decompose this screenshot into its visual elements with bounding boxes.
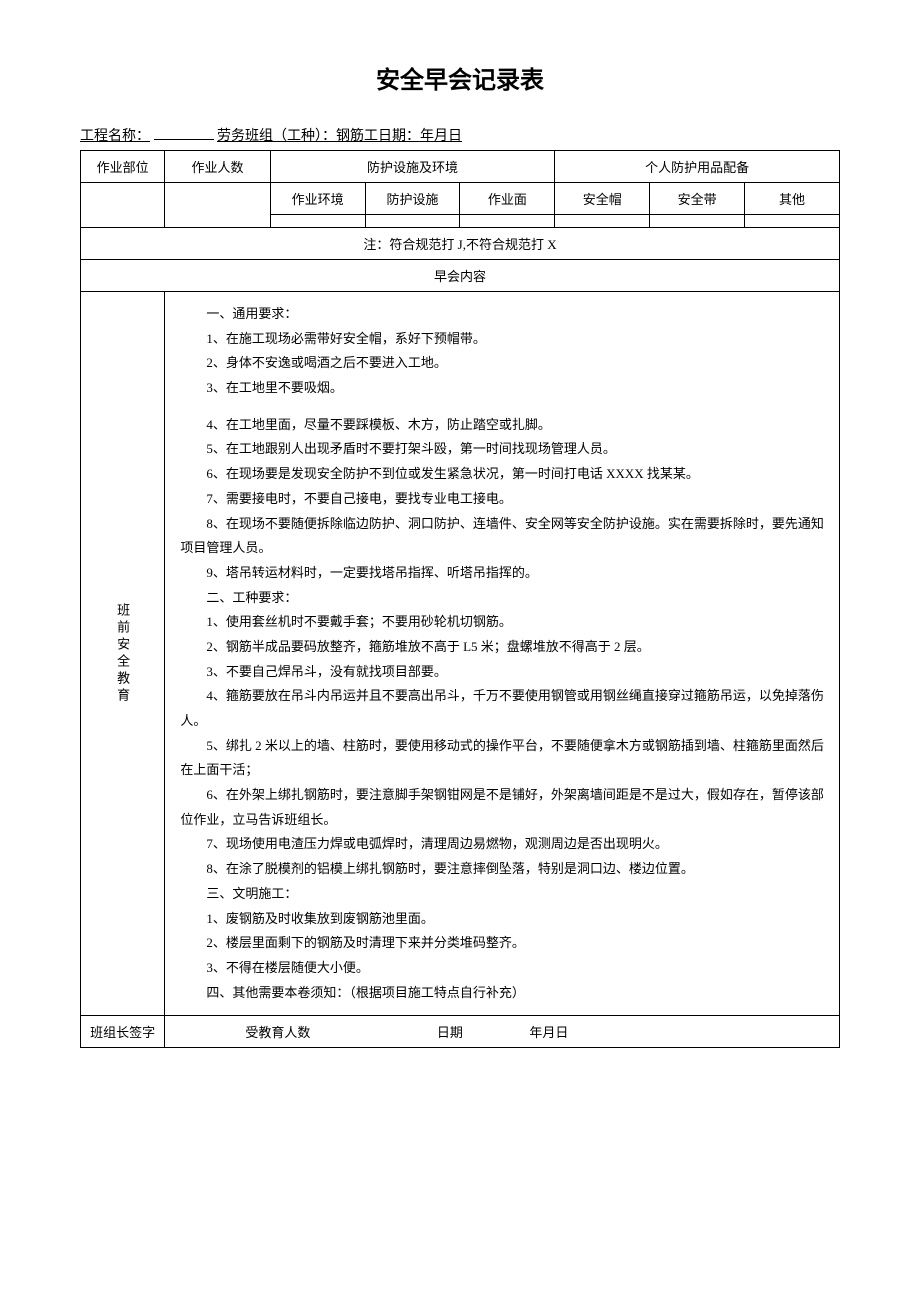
item-1-9: 9、塔吊转运材料时，一定要找塔吊指挥、听塔吊指挥的。 [180, 561, 824, 586]
item-2-2: 2、钢筋半成品要码放整齐，箍筋堆放不高于 L5 米；盘螺堆放不得高于 2 层。 [180, 635, 824, 660]
cell-work-count[interactable] [165, 183, 270, 228]
leader-sign-label: 班组长签字 [81, 1016, 165, 1048]
date-value: 年月日 [529, 1025, 568, 1040]
cell-other[interactable] [745, 215, 840, 228]
item-2-7: 7、现场使用电渣压力焊或电弧焊时，清理周边易燃物，观测周边是否出现明火。 [180, 832, 824, 857]
meeting-content-label: 早会内容 [81, 260, 840, 292]
cell-work-surface[interactable] [460, 215, 555, 228]
section3-title: 三、文明施工： [180, 882, 824, 907]
date-label: 日期 [437, 1025, 463, 1040]
item-1-7: 7、需要接电时，不要自己接电，要找专业电工接电。 [180, 487, 824, 512]
th-work-surface: 作业面 [460, 183, 555, 215]
project-value[interactable] [154, 139, 214, 140]
item-2-8: 8、在涂了脱模剂的铝模上绑扎钢筋时，要注意摔倒坠落，特别是洞口边、楼边位置。 [180, 857, 824, 882]
th-protection-env: 防护设施及环境 [270, 151, 555, 183]
item-3-2: 2、楼层里面剩下的钢筋及时清理下来并分类堆码整齐。 [180, 931, 824, 956]
header-line: 工程名称： 劳务班组（工种）：钢筋工日期：年月日 [80, 125, 840, 145]
th-belt: 安全带 [650, 183, 745, 215]
section1-title: 一、通用要求： [180, 302, 824, 327]
th-work-env: 作业环境 [270, 183, 365, 215]
item-1-8: 8、在现场不要随便拆除临边防护、洞口防护、连墙件、安全网等安全防护设施。实在需要… [180, 512, 824, 561]
item-3-1: 1、废钢筋及时收集放到废钢筋池里面。 [180, 907, 824, 932]
note-row: 注：符合规范打 J,不符合规范打 X [81, 228, 840, 260]
th-protection-facility: 防护设施 [365, 183, 460, 215]
cell-work-position[interactable] [81, 183, 165, 228]
item-1-4: 4、在工地里面，尽量不要踩模板、木方，防止踏空或扎脚。 [180, 413, 824, 438]
item-3-3: 3、不得在楼层随便大小便。 [180, 956, 824, 981]
footer-row: 受教育人数 日期 年月日 [165, 1016, 840, 1048]
content-cell: 一、通用要求： 1、在施工现场必需带好安全帽，系好下预帽带。 2、身体不安逸或喝… [165, 292, 840, 1016]
item-1-3: 3、在工地里不要吸烟。 [180, 376, 824, 401]
educated-count-label: 受教育人数 [245, 1025, 310, 1040]
section4-title: 四、其他需要本卷须知：（根据项目施工特点自行补充） [180, 981, 824, 1006]
section2-title: 二、工种要求： [180, 586, 824, 611]
item-1-6: 6、在现场要是发现安全防护不到位或发生紧急状况，第一时间打电话 XXXX 找某某… [180, 462, 824, 487]
item-2-6: 6、在外架上绑扎钢筋时，要注意脚手架钢钳网是不是铺好，外架离墙间距是不是过大，假… [180, 783, 824, 832]
th-helmet: 安全帽 [555, 183, 650, 215]
cell-belt[interactable] [650, 215, 745, 228]
main-table: 作业部位 作业人数 防护设施及环境 个人防护用品配备 作业环境 防护设施 作业面… [80, 150, 840, 1048]
item-1-2: 2、身体不安逸或喝酒之后不要进入工地。 [180, 351, 824, 376]
item-2-1: 1、使用套丝机时不要戴手套；不要用砂轮机切钢筋。 [180, 610, 824, 635]
th-other: 其他 [745, 183, 840, 215]
th-work-position: 作业部位 [81, 151, 165, 183]
th-work-count: 作业人数 [165, 151, 270, 183]
cell-work-env[interactable] [270, 215, 365, 228]
cell-helmet[interactable] [555, 215, 650, 228]
project-label: 工程名称： [80, 129, 150, 144]
education-label: 班前安全教育 [81, 292, 165, 1016]
th-ppe: 个人防护用品配备 [555, 151, 840, 183]
item-2-5: 5、绑扎 2 米以上的墙、柱筋时，要使用移动式的操作平台，不要随便拿木方或钢筋插… [180, 734, 824, 783]
item-1-1: 1、在施工现场必需带好安全帽，系好下预帽带。 [180, 327, 824, 352]
cell-protection-facility[interactable] [365, 215, 460, 228]
item-1-5: 5、在工地跟别人出现矛盾时不要打架斗殴，第一时间找现场管理人员。 [180, 437, 824, 462]
team-label: 劳务班组（工种）：钢筋工日期：年月日 [217, 129, 462, 144]
item-2-4: 4、箍筋要放在吊斗内吊运并且不要高出吊斗，千万不要使用钢管或用钢丝绳直接穿过箍筋… [180, 684, 824, 733]
page-title: 安全早会记录表 [80, 60, 840, 95]
item-2-3: 3、不要自己焊吊斗，没有就找项目部要。 [180, 660, 824, 685]
